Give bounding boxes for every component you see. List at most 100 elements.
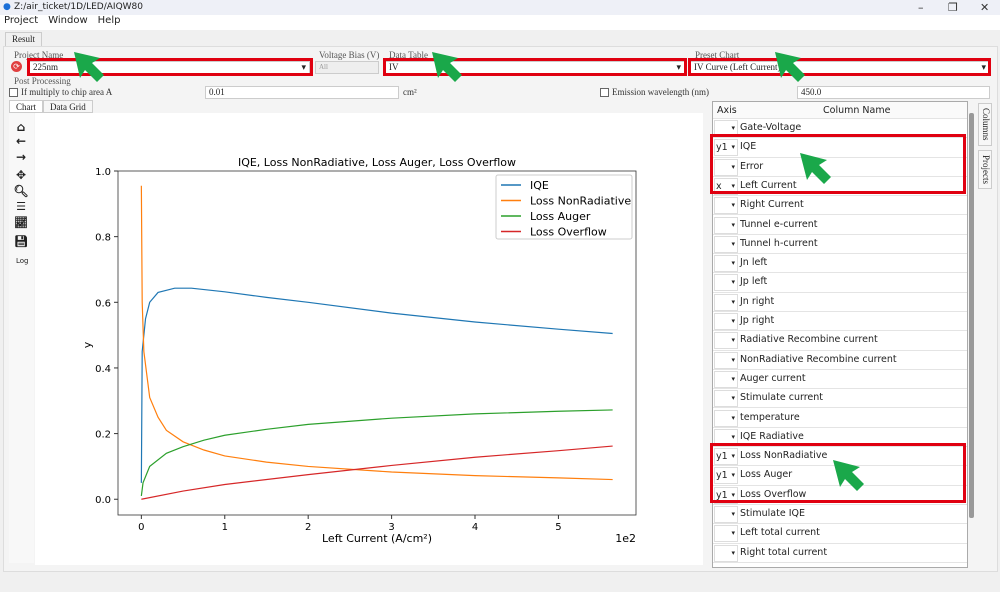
x-tick-label: 0 <box>138 522 144 533</box>
restore-button[interactable]: ❐ <box>948 1 958 14</box>
table-row: NonRadiative Recombine current <box>713 351 967 370</box>
column-name: temperature <box>740 411 800 423</box>
log-button[interactable]: Log <box>16 257 29 265</box>
configure-icon[interactable]: ☰ <box>12 200 30 213</box>
window-title: Z:/air_ticket/1D/LED/AIQW80 <box>14 2 144 12</box>
axis-select[interactable] <box>714 428 738 446</box>
series-line-loss-overflow <box>141 445 613 500</box>
x-tick-label: 2 <box>305 522 311 533</box>
axis-select[interactable] <box>714 158 738 176</box>
voltage-bias-label: Voltage Bias (V) <box>319 50 380 60</box>
tab-result[interactable]: Result <box>5 32 43 47</box>
chart-title: IQE, Loss NonRadiative, Loss Auger, Loss… <box>238 156 516 169</box>
axis-select[interactable] <box>714 390 738 408</box>
y-tick-label: 1.0 <box>95 167 111 178</box>
axis-select[interactable] <box>714 293 738 311</box>
project-name-select[interactable]: 225nm <box>29 61 310 74</box>
axis-select[interactable] <box>714 235 738 253</box>
zoom-icon[interactable]: 🔍︎ <box>12 184 30 198</box>
column-name: Jp right <box>740 315 775 326</box>
axis-select[interactable] <box>714 255 738 273</box>
x-tick-label: 5 <box>555 522 561 533</box>
data-table-select[interactable]: IV <box>385 61 685 74</box>
minimize-button[interactable]: – <box>918 1 924 14</box>
pan-icon[interactable]: ✥ <box>12 168 30 182</box>
legend-label: IQE <box>530 179 549 192</box>
column-name: IQE <box>740 141 757 153</box>
table-row: Right Current <box>713 196 967 216</box>
menu-help[interactable]: Help <box>98 15 121 26</box>
line-chart[interactable]: IQE, Loss NonRadiative, Loss Auger, Loss… <box>35 113 703 565</box>
column-name: Error <box>740 160 764 172</box>
axis-select[interactable] <box>714 332 738 350</box>
column-name: Gate-Voltage <box>740 122 802 133</box>
axis-select[interactable] <box>714 409 738 427</box>
axis-select[interactable] <box>714 351 738 369</box>
header-axis: Axis <box>717 105 737 116</box>
legend-label: Loss Overflow <box>530 226 607 239</box>
column-name: Right Current <box>740 199 804 211</box>
axis-select[interactable] <box>714 197 738 215</box>
axis-select[interactable] <box>714 506 738 523</box>
side-tab-columns[interactable]: Columns <box>978 103 992 146</box>
table-row: IQE Radiative <box>713 428 967 448</box>
axis-select[interactable] <box>714 216 738 234</box>
legend-label: Loss Auger <box>530 210 591 223</box>
x-axis-label: Left Current (A/cm²) <box>322 532 432 545</box>
chip-area-checkbox[interactable] <box>9 88 18 97</box>
home-icon[interactable]: ⌂ <box>12 120 30 134</box>
edit-curve-icon[interactable]: 📈︎ <box>12 216 30 229</box>
x-offset-label: 1e2 <box>615 532 636 545</box>
table-row: Tunnel h-current <box>713 235 967 255</box>
axis-select[interactable]: x <box>714 177 738 195</box>
axis-select[interactable] <box>714 313 738 330</box>
axis-select[interactable]: y1 <box>714 467 738 485</box>
back-icon[interactable]: ← <box>12 134 30 148</box>
voltage-bias-select[interactable]: All <box>315 61 379 74</box>
axis-select[interactable] <box>714 120 738 137</box>
axis-select[interactable] <box>714 370 738 388</box>
table-row: y1Loss NonRadiative <box>713 447 967 467</box>
series-line-loss-auger <box>140 409 613 497</box>
axis-select[interactable] <box>714 544 738 562</box>
column-name: Tunnel e-current <box>740 218 818 230</box>
axis-select[interactable] <box>714 274 738 292</box>
project-name-label: Project Name <box>14 50 64 60</box>
forward-icon[interactable]: → <box>12 150 30 164</box>
table-row: y1IQE <box>713 138 967 158</box>
title-bar: ● Z:/air_ticket/1D/LED/AIQW80 – ❐ ✕ <box>0 0 1000 15</box>
table-row: xLeft Current <box>713 177 967 197</box>
axis-select[interactable] <box>714 525 738 543</box>
table-row: Auger current <box>713 370 967 390</box>
data-table-label: Data Table <box>389 50 428 60</box>
column-name: Right total current <box>740 546 828 558</box>
column-name: Tunnel h-current <box>740 237 818 249</box>
table-row: Stimulate IQE <box>713 505 967 525</box>
preset-chart-label: Preset Chart <box>695 50 740 60</box>
side-tab-projects[interactable]: Projects <box>978 150 992 189</box>
axis-select[interactable]: y1 <box>714 486 738 504</box>
emission-checkbox[interactable] <box>600 88 609 97</box>
axis-select[interactable]: y1 <box>714 448 738 466</box>
menu-bar: Project Window Help <box>0 15 1000 30</box>
menu-window[interactable]: Window <box>48 15 87 26</box>
y-tick-label: 0.0 <box>95 495 111 506</box>
table-row: Gate-Voltage <box>713 119 967 139</box>
save-icon[interactable]: 💾︎ <box>12 235 30 248</box>
tab-data-grid[interactable]: Data Grid <box>43 100 93 113</box>
close-button[interactable]: ✕ <box>980 1 989 14</box>
column-name: NonRadiative Recombine current <box>740 353 897 365</box>
y-tick-label: 0.4 <box>95 364 111 375</box>
refresh-icon[interactable]: ⟳ <box>11 61 22 72</box>
table-row: Right total current <box>713 544 967 563</box>
menu-project[interactable]: Project <box>4 15 38 26</box>
axis-select[interactable]: y1 <box>714 139 738 157</box>
table-header: Axis Column Name <box>713 102 967 119</box>
column-name: Left total current <box>740 527 820 539</box>
tab-chart[interactable]: Chart <box>9 100 43 113</box>
table-scrollbar[interactable] <box>969 113 974 518</box>
emission-input[interactable]: 450.0 <box>797 86 990 99</box>
table-row: temperature <box>713 409 967 428</box>
chip-area-input[interactable]: 0.01 <box>205 86 399 99</box>
preset-chart-select[interactable]: IV Curve (Left Current) <box>690 61 990 74</box>
